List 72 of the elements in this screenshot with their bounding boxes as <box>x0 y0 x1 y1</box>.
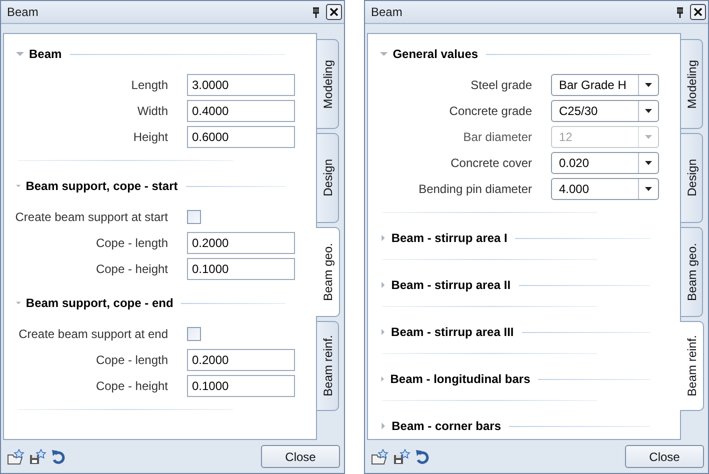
checkbox[interactable] <box>187 210 201 224</box>
input-field[interactable]: 0.4000 <box>187 100 295 122</box>
field-label: Bar diameter <box>462 130 532 144</box>
field-label: Cope - height <box>94 379 168 393</box>
caret-icon <box>645 187 652 191</box>
field-label: Cope - height <box>94 262 168 276</box>
field-label: Length <box>130 78 168 92</box>
expand-arrow-icon[interactable] <box>380 375 386 383</box>
save-star-icon[interactable] <box>393 448 411 464</box>
field-label: Cope - length <box>94 236 168 250</box>
input-field[interactable]: 0.2000 <box>187 349 295 371</box>
undo-icon[interactable] <box>415 448 429 464</box>
save-star-icon[interactable] <box>29 448 47 464</box>
input-field[interactable]: 0.6000 <box>187 126 295 148</box>
field-label: Concrete grade <box>448 104 532 118</box>
close-icon[interactable] <box>326 4 342 20</box>
expand-arrow-icon[interactable] <box>380 234 386 242</box>
dropdown[interactable]: 4.000 <box>551 178 659 200</box>
section-title[interactable]: Beam support, cope - start <box>26 179 178 193</box>
checkbox[interactable] <box>187 327 201 341</box>
caret-icon <box>645 109 652 113</box>
vertical-tab[interactable]: Design <box>317 133 339 223</box>
window-title: Beam <box>371 5 404 19</box>
field-label: Concrete cover <box>450 156 532 170</box>
expand-arrow-icon[interactable] <box>380 328 386 336</box>
section-title[interactable]: Beam <box>29 47 62 61</box>
input-field[interactable]: 0.1000 <box>187 375 295 397</box>
pin-icon[interactable] <box>312 6 320 18</box>
section-title[interactable]: Beam - stirrup area III <box>391 325 514 339</box>
dropdown[interactable]: 0.020 <box>551 152 659 174</box>
section-title[interactable]: Beam - longitudinal bars <box>390 372 530 386</box>
section-title[interactable]: Beam - stirrup area I <box>391 231 508 245</box>
vertical-tab[interactable]: Design <box>681 133 703 223</box>
field-label: Width <box>136 104 168 118</box>
close-button[interactable]: Close <box>261 445 340 468</box>
close-icon[interactable] <box>690 4 706 20</box>
folder-star-icon[interactable] <box>7 448 25 464</box>
section-title[interactable]: Beam support, cope - end <box>26 296 174 310</box>
vertical-tab[interactable]: Beam reinf. <box>317 321 339 411</box>
expand-arrow-icon[interactable] <box>380 422 387 430</box>
window-title: Beam <box>7 5 40 19</box>
section-title[interactable]: General values <box>392 47 478 61</box>
dropdown[interactable]: C25/30 <box>551 100 659 122</box>
vertical-tab[interactable]: Modeling <box>681 39 703 129</box>
collapse-arrow-icon[interactable] <box>16 299 21 307</box>
field-label: Create beam support at end <box>18 327 168 341</box>
field-label: Cope - length <box>94 353 168 367</box>
field-label: Create beam support at start <box>14 210 168 224</box>
vertical-tab[interactable]: Beam reinf. <box>680 321 704 411</box>
input-field[interactable]: 0.1000 <box>187 258 295 280</box>
collapse-arrow-icon[interactable] <box>16 50 24 58</box>
collapse-arrow-icon[interactable] <box>380 50 388 58</box>
expand-arrow-icon[interactable] <box>380 281 386 289</box>
undo-icon[interactable] <box>51 448 65 464</box>
field-label: Steel grade <box>470 78 532 92</box>
field-label: Bending pin diameter <box>418 182 532 196</box>
collapse-arrow-icon[interactable] <box>16 182 21 190</box>
section-title[interactable]: Beam - corner bars <box>392 419 502 433</box>
vertical-tab[interactable]: Beam geo. <box>316 227 340 317</box>
section-title[interactable]: Beam - stirrup area II <box>391 278 511 292</box>
field-label: Height <box>132 130 168 144</box>
vertical-tab[interactable]: Modeling <box>317 39 339 129</box>
pin-icon[interactable] <box>676 6 684 18</box>
input-field[interactable]: 3.0000 <box>187 74 295 96</box>
input-field[interactable]: 0.2000 <box>187 232 295 254</box>
close-button[interactable]: Close <box>625 445 704 468</box>
caret-icon <box>645 161 652 165</box>
caret-icon <box>645 83 652 87</box>
vertical-tab[interactable]: Beam geo. <box>681 227 703 317</box>
folder-star-icon[interactable] <box>371 448 389 464</box>
dropdown[interactable]: Bar Grade H <box>551 74 659 96</box>
caret-icon <box>645 135 652 139</box>
